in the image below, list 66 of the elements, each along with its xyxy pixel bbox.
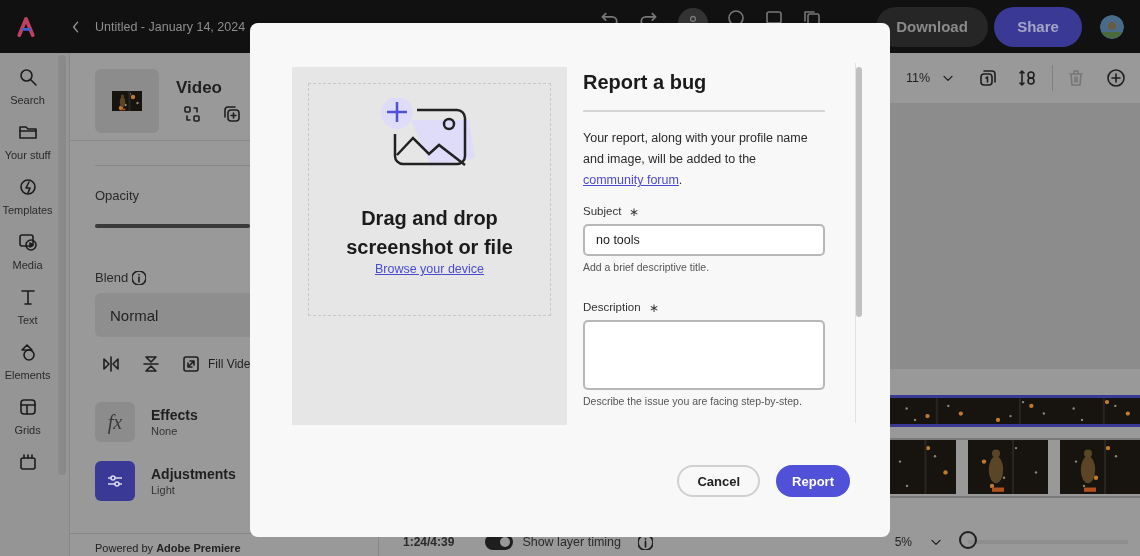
media-icon xyxy=(17,232,38,252)
share-button[interactable]: Share xyxy=(994,6,1082,47)
rail-item[interactable]: Search xyxy=(10,94,45,106)
flip-horizontal-icon xyxy=(101,354,121,374)
grid-icon xyxy=(17,397,38,417)
rail-item[interactable]: Templates xyxy=(2,204,53,216)
rail-item[interactable]: Elements xyxy=(4,369,51,381)
required-mark: ∗ xyxy=(648,301,659,315)
field-label: Description xyxy=(583,301,641,315)
reorder-icon xyxy=(1018,68,1038,88)
swap-icon xyxy=(182,104,202,124)
zoom-slider-thumb[interactable] xyxy=(959,531,977,549)
browse-link[interactable]: Browse your device xyxy=(374,262,485,276)
video-track[interactable] xyxy=(890,395,1140,427)
calendar-icon xyxy=(17,452,38,472)
logo-icon xyxy=(15,15,37,38)
drop-zone-heading: Drag and drop screenshot or file xyxy=(345,206,514,260)
templates-icon xyxy=(17,177,38,197)
add-icon xyxy=(1106,68,1126,88)
duplicate-icon xyxy=(222,104,242,124)
blend-label: Blend xyxy=(95,270,129,285)
community-forum-link[interactable]: community forum xyxy=(583,173,679,187)
download-button[interactable]: Download xyxy=(876,6,988,47)
section-value: None xyxy=(151,425,179,437)
zoom-level[interactable]: 11% xyxy=(905,71,930,85)
blend-dropdown[interactable]: Normal xyxy=(95,293,250,337)
clip-track[interactable] xyxy=(890,438,1140,498)
toggle-label: Show layer timing xyxy=(522,535,622,549)
section-value: Light xyxy=(151,484,176,496)
comment-icon xyxy=(764,8,784,23)
playback-time: 1:24/4:39 xyxy=(403,535,455,549)
trash-icon xyxy=(1066,68,1086,88)
cancel-button[interactable]: Cancel xyxy=(677,465,761,497)
video-thumbnail[interactable] xyxy=(95,69,159,133)
resize-icon xyxy=(181,354,201,374)
opacity-slider[interactable] xyxy=(95,224,250,228)
field-label: Subject xyxy=(583,205,622,219)
info-icon xyxy=(638,534,654,550)
section-title: Adjustments xyxy=(151,466,236,482)
rail-item[interactable]: Media xyxy=(12,259,43,271)
pages-icon xyxy=(978,68,998,88)
avatar[interactable] xyxy=(1100,14,1124,39)
help-text: Describe the issue you are facing step-by-step. xyxy=(583,395,803,407)
sliders-icon[interactable] xyxy=(95,461,135,501)
section-title: Effects xyxy=(151,407,198,423)
dialog-title: Report a bug xyxy=(583,71,825,112)
info-icon xyxy=(132,270,147,285)
report-button[interactable]: Report xyxy=(776,465,850,497)
rail-item[interactable]: Grids xyxy=(14,424,41,436)
rail-item[interactable]: Your stuff xyxy=(4,149,51,161)
opacity-label: Opacity xyxy=(95,188,141,203)
intro-text: Your report, along with your profile name and image, will be added to the community forum. xyxy=(583,130,809,189)
document-title: Untitled - January 14, 2024 xyxy=(95,19,246,34)
required-mark: ∗ xyxy=(629,205,640,219)
description-field[interactable] xyxy=(583,320,825,390)
help-text: Add a brief descriptive title. xyxy=(583,261,711,273)
fill-video-label[interactable]: Fill Vide xyxy=(208,357,251,371)
copy-icon xyxy=(802,8,822,23)
layer-title: Video xyxy=(176,78,223,98)
rail-item[interactable]: Text xyxy=(17,314,38,326)
flip-vertical-icon xyxy=(141,354,161,374)
search-icon xyxy=(17,67,38,87)
effects-icon[interactable]: fx xyxy=(95,402,135,442)
timeline-zoom-level[interactable]: 5% xyxy=(894,535,912,549)
scrollbar-thumb[interactable] xyxy=(856,67,862,317)
subject-field[interactable]: no tools xyxy=(583,224,825,256)
